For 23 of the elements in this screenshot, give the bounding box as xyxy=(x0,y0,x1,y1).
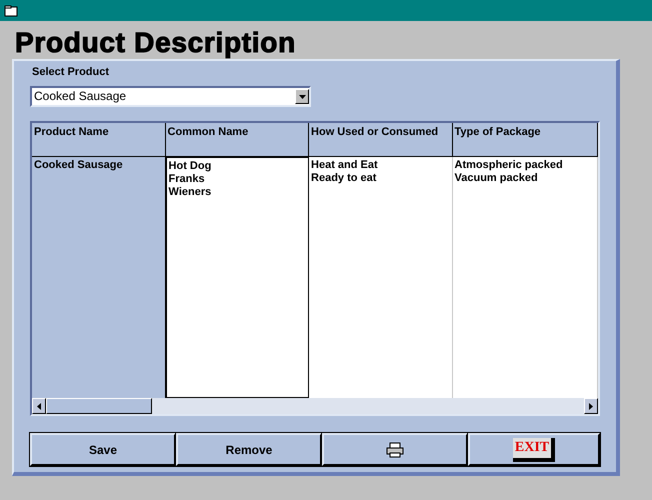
scrollbar-thumb[interactable] xyxy=(46,398,152,414)
select-product-label: Select Product xyxy=(32,65,110,79)
table-cell: Atmospheric packed Vacuum packed xyxy=(452,157,598,398)
column-header: Type of Package xyxy=(452,123,598,156)
remove-button[interactable]: Remove xyxy=(176,433,322,466)
window-icon xyxy=(4,4,18,16)
horizontal-scrollbar[interactable] xyxy=(32,398,598,414)
page-title: Product Description xyxy=(15,27,296,58)
product-dropdown[interactable]: Cooked Sausage xyxy=(30,86,311,107)
exit-button[interactable]: EXIT xyxy=(468,433,600,466)
left-triangle-icon xyxy=(37,402,41,410)
table-cell: Heat and Eat Ready to eat xyxy=(309,157,453,398)
printer-icon xyxy=(386,442,404,458)
scroll-right-button[interactable] xyxy=(584,398,598,414)
column-header: Product Name xyxy=(32,123,166,156)
column-header: Common Name xyxy=(166,123,310,156)
table-cell: Hot Dog Franks Wieners xyxy=(166,157,310,398)
scroll-left-button[interactable] xyxy=(32,398,46,414)
column-header: How Used or Consumed xyxy=(309,123,453,156)
table-cell: Cooked Sausage xyxy=(32,157,166,398)
save-button[interactable]: Save xyxy=(30,433,176,466)
right-triangle-icon xyxy=(589,402,593,410)
print-button[interactable] xyxy=(322,433,468,466)
